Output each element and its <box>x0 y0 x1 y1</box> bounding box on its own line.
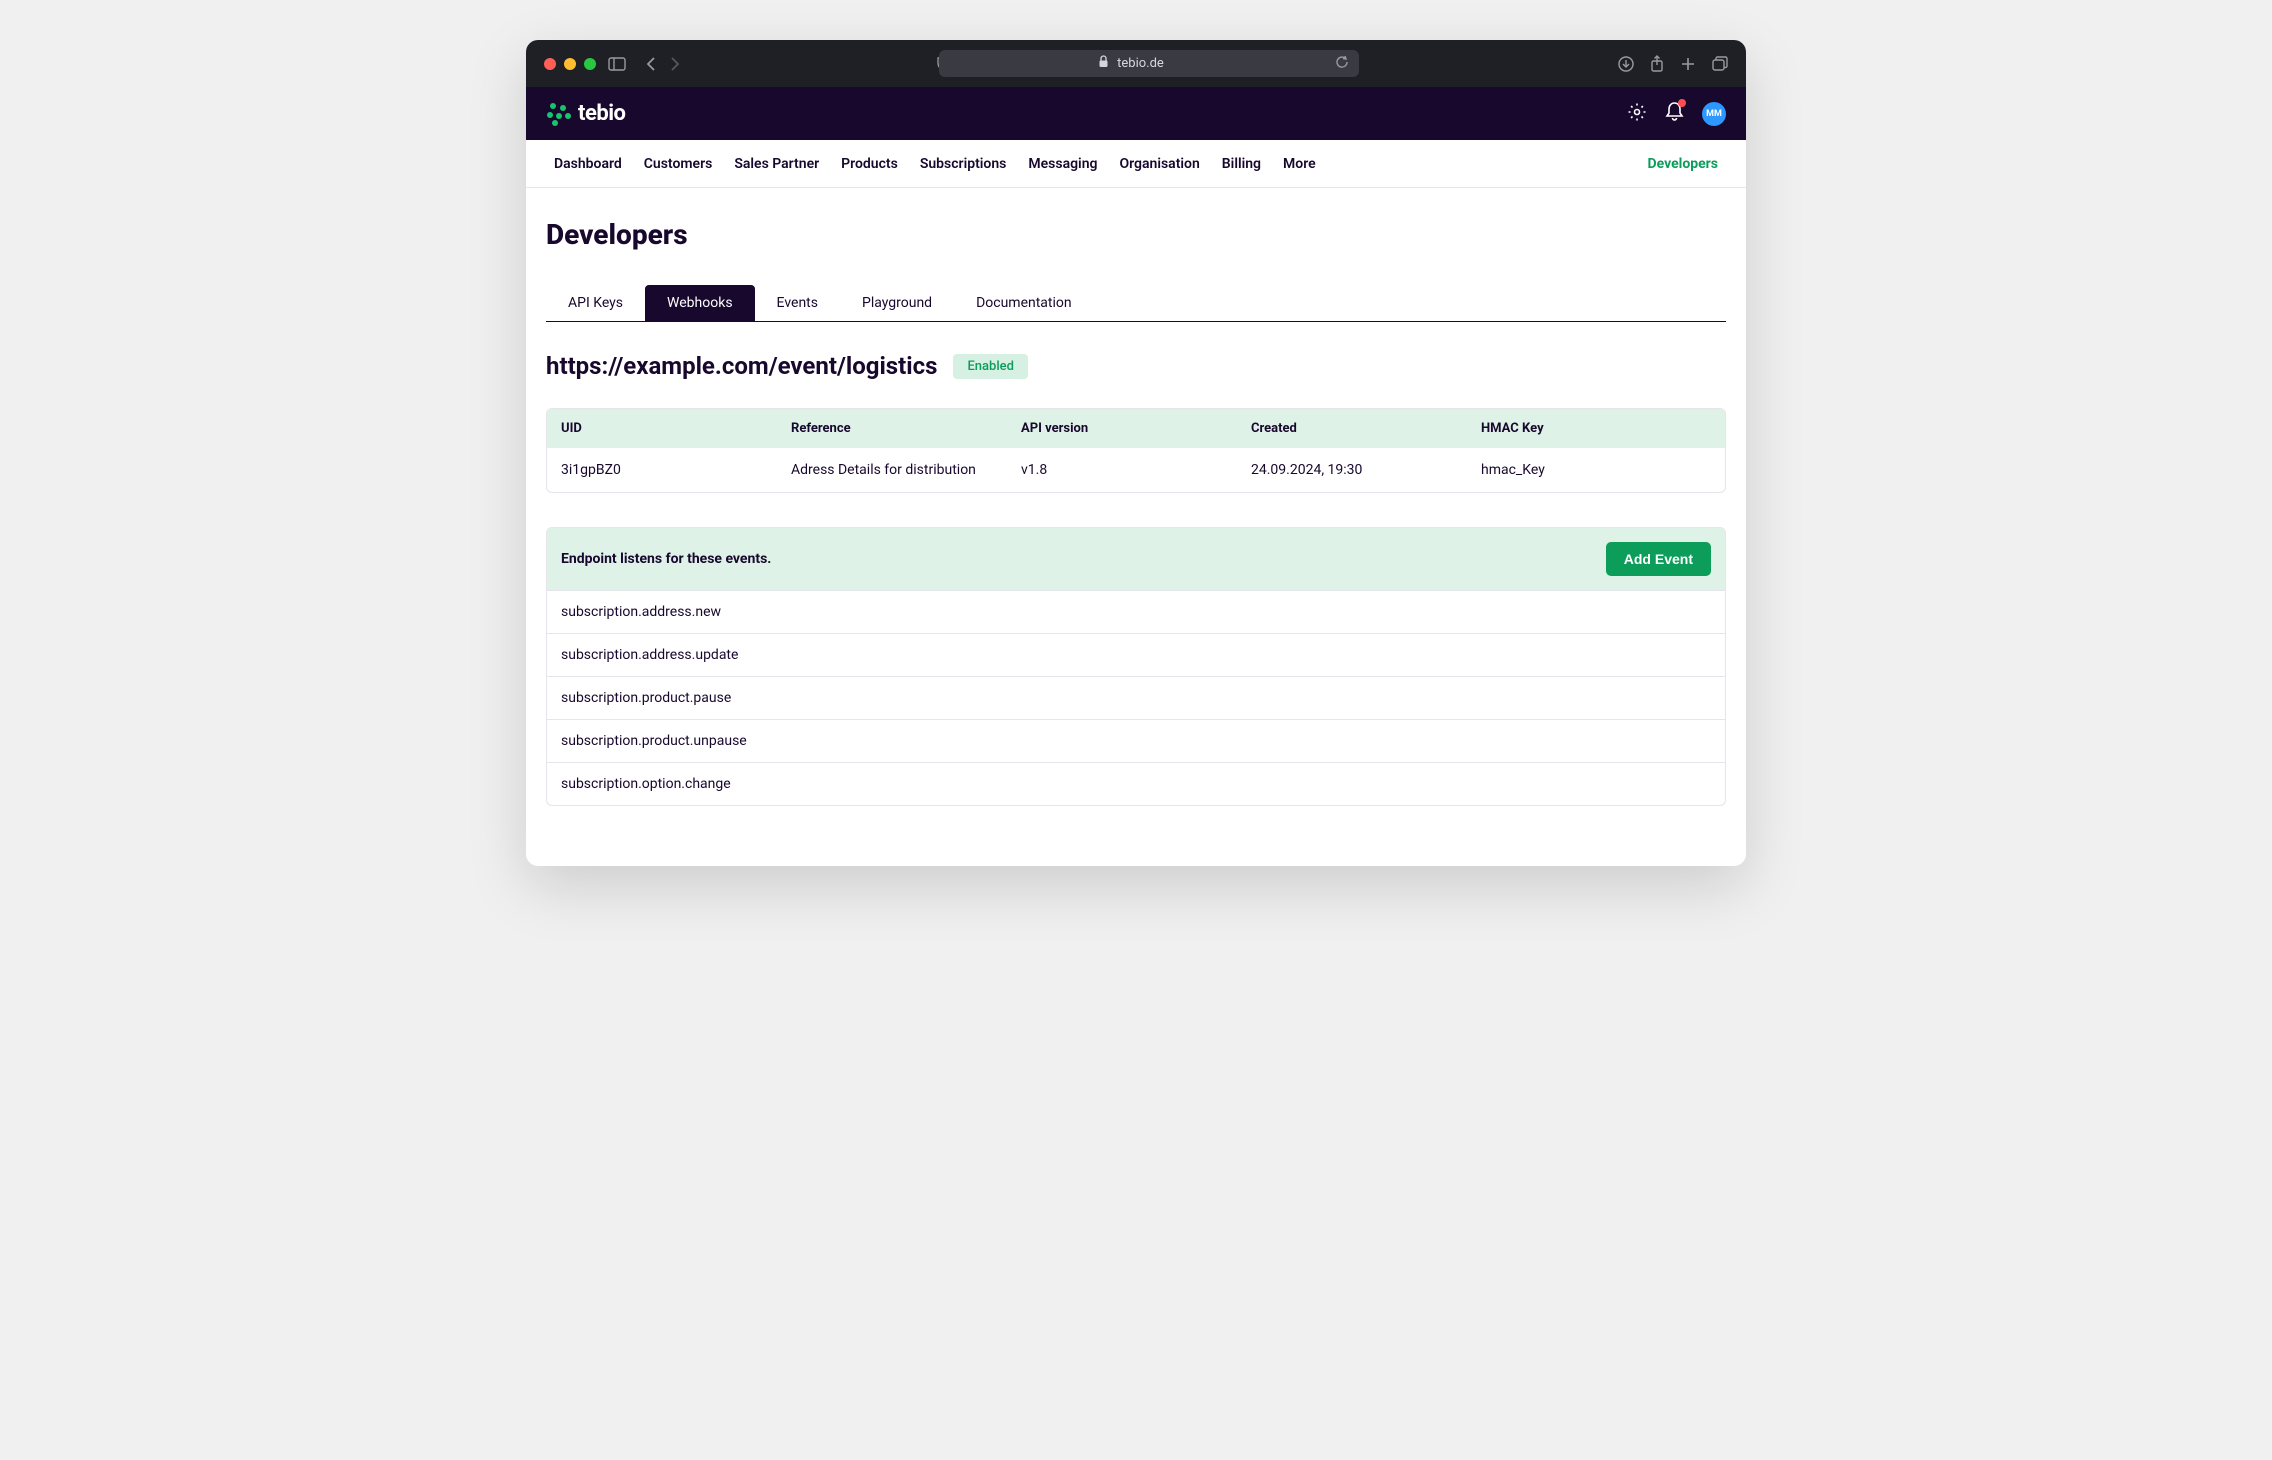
tab-events[interactable]: Events <box>755 285 840 321</box>
nav-products[interactable]: Products <box>841 156 898 172</box>
logo-text: tebio <box>578 101 625 126</box>
nav-sales-partner[interactable]: Sales Partner <box>734 156 819 172</box>
tab-webhooks[interactable]: Webhooks <box>645 285 755 321</box>
header-actions: MM <box>1627 101 1726 126</box>
cell-api-version: v1.8 <box>1021 462 1251 478</box>
add-event-button[interactable]: Add Event <box>1606 542 1711 576</box>
col-created: Created <box>1251 421 1481 436</box>
col-uid: UID <box>561 421 791 436</box>
lock-icon <box>1098 55 1109 72</box>
app-header: tebio MM <box>526 87 1746 140</box>
share-icon[interactable] <box>1650 55 1664 72</box>
cell-uid: 3i1gpBZ0 <box>561 462 791 478</box>
user-avatar[interactable]: MM <box>1702 102 1726 126</box>
nav-messaging[interactable]: Messaging <box>1028 156 1097 172</box>
nav-items-list: Dashboard Customers Sales Partner Produc… <box>554 156 1316 172</box>
cell-created: 24.09.2024, 19:30 <box>1251 462 1481 478</box>
nav-dashboard[interactable]: Dashboard <box>554 156 622 172</box>
page-title: Developers <box>546 218 1726 251</box>
nav-organisation[interactable]: Organisation <box>1119 156 1199 172</box>
events-panel-header: Endpoint listens for these events. Add E… <box>547 528 1725 590</box>
page-content: Developers API Keys Webhooks Events Play… <box>526 188 1746 866</box>
back-button-icon[interactable] <box>646 57 656 71</box>
tabs-bar: API Keys Webhooks Events Playground Docu… <box>546 285 1726 322</box>
minimize-window-button[interactable] <box>564 58 576 70</box>
main-nav: Dashboard Customers Sales Partner Produc… <box>526 140 1746 188</box>
table-header: UID Reference API version Created HMAC K… <box>547 409 1725 448</box>
logo-icon <box>546 102 570 126</box>
col-hmac-key: HMAC Key <box>1481 421 1711 436</box>
events-panel-title: Endpoint listens for these events. <box>561 551 771 567</box>
browser-chrome: tebio.de <box>526 40 1746 87</box>
webhook-info-table: UID Reference API version Created HMAC K… <box>546 408 1726 493</box>
browser-window: tebio.de tebio <box>526 40 1746 866</box>
event-row[interactable]: subscription.address.new <box>547 590 1725 633</box>
event-row[interactable]: subscription.product.unpause <box>547 719 1725 762</box>
forward-button-icon[interactable] <box>670 57 680 71</box>
cell-reference: Adress Details for distribution <box>791 462 1021 478</box>
event-row[interactable]: subscription.option.change <box>547 762 1725 805</box>
new-tab-icon[interactable] <box>1680 55 1696 72</box>
col-api-version: API version <box>1021 421 1251 436</box>
col-reference: Reference <box>791 421 1021 436</box>
tab-documentation[interactable]: Documentation <box>954 285 1094 321</box>
address-bar-container: tebio.de <box>692 50 1606 77</box>
browser-nav-buttons <box>646 57 680 71</box>
notification-dot <box>1678 99 1686 107</box>
nav-developers[interactable]: Developers <box>1648 156 1719 172</box>
tab-playground[interactable]: Playground <box>840 285 954 321</box>
maximize-window-button[interactable] <box>584 58 596 70</box>
events-panel: Endpoint listens for these events. Add E… <box>546 527 1726 806</box>
nav-more[interactable]: More <box>1283 156 1316 172</box>
notifications-icon[interactable] <box>1665 101 1684 126</box>
event-row[interactable]: subscription.product.pause <box>547 676 1725 719</box>
address-url: tebio.de <box>1117 56 1164 71</box>
cell-hmac-key: hmac_Key <box>1481 462 1711 478</box>
download-icon[interactable] <box>1618 55 1634 72</box>
address-bar[interactable]: tebio.de <box>939 50 1359 77</box>
status-badge: Enabled <box>953 354 1028 379</box>
tabs-overview-icon[interactable] <box>1712 55 1728 72</box>
chrome-right-icons <box>1618 55 1728 72</box>
endpoint-url: https://example.com/event/logistics <box>546 352 937 380</box>
endpoint-header: https://example.com/event/logistics Enab… <box>546 352 1726 380</box>
app-logo[interactable]: tebio <box>546 101 625 126</box>
refresh-icon[interactable] <box>1335 55 1349 73</box>
nav-customers[interactable]: Customers <box>644 156 713 172</box>
sidebar-toggle-icon[interactable] <box>608 57 626 71</box>
settings-icon[interactable] <box>1627 102 1647 126</box>
window-traffic-lights <box>544 58 596 70</box>
nav-billing[interactable]: Billing <box>1222 156 1261 172</box>
tab-api-keys[interactable]: API Keys <box>546 285 645 321</box>
close-window-button[interactable] <box>544 58 556 70</box>
event-row[interactable]: subscription.address.update <box>547 633 1725 676</box>
nav-subscriptions[interactable]: Subscriptions <box>920 156 1007 172</box>
table-row[interactable]: 3i1gpBZ0 Adress Details for distribution… <box>547 448 1725 492</box>
